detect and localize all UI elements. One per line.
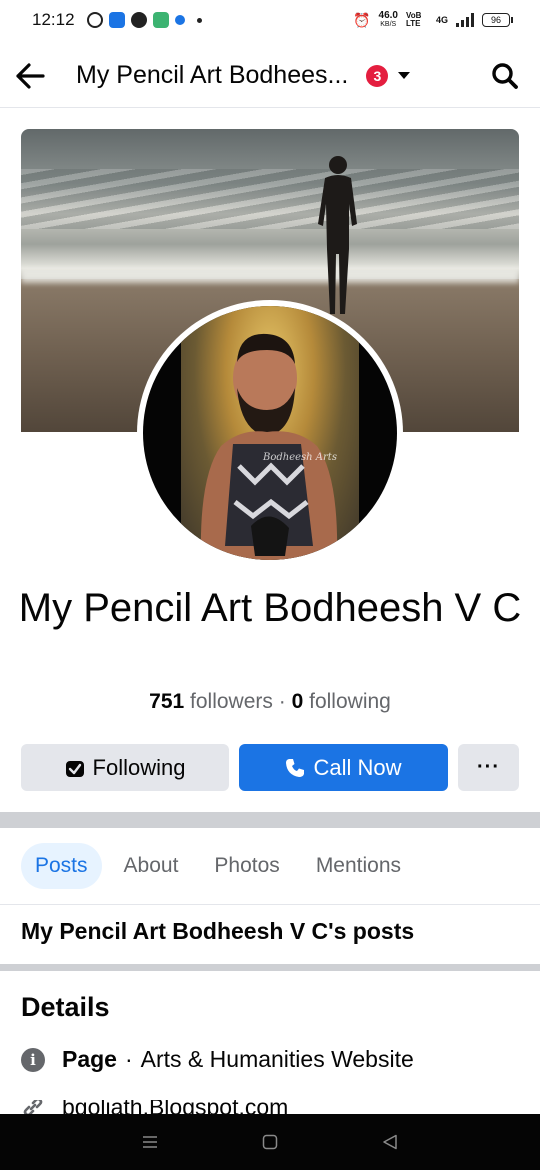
profile-actions: Following Call Now ···: [21, 744, 519, 791]
status-system-icons: ⏰ 46.0 KB/S VoB LTE 4G 96: [353, 10, 513, 29]
profile-portrait: [200, 333, 338, 560]
stats-separator: ·: [278, 690, 286, 713]
nav-back-button[interactable]: [370, 1122, 410, 1162]
arrow-left-icon: [16, 62, 45, 89]
chevron-down-icon[interactable]: [398, 72, 411, 79]
more-dots-icon: ···: [477, 756, 500, 778]
detail-separator: ·: [124, 1046, 133, 1072]
tab-posts[interactable]: Posts: [21, 843, 102, 889]
search-button[interactable]: [470, 44, 540, 108]
nav-home-button[interactable]: [250, 1122, 290, 1162]
link-icon: [23, 1100, 43, 1114]
detail-website[interactable]: bgoliath.Blogspot.com: [21, 1100, 288, 1114]
signal-icon: [456, 13, 474, 27]
following-count[interactable]: 0: [292, 690, 304, 713]
following-button[interactable]: Following: [21, 744, 229, 791]
status-time: 12:12: [32, 10, 75, 29]
following-label[interactable]: following: [309, 690, 391, 713]
top-app-bar: My Pencil Art Bodhees... 3: [0, 44, 540, 108]
website-link[interactable]: bgoliath.Blogspot.com: [62, 1100, 288, 1114]
facebook-icon: [174, 15, 185, 25]
posts-section-title: My Pencil Art Bodheesh V C's posts: [21, 918, 415, 944]
phone-icon: [286, 758, 305, 777]
following-check-icon: [65, 760, 84, 777]
alarm-icon: ⏰: [353, 11, 371, 28]
nav-menu-button[interactable]: [130, 1122, 170, 1162]
profile-stats: 751 followers · 0 following: [0, 690, 540, 714]
notification-badge[interactable]: 3: [366, 64, 389, 87]
status-notification-icons: [86, 12, 202, 28]
system-nav-bar: [0, 1114, 540, 1170]
cover-waves: [21, 169, 519, 229]
volte-label: VoB LTE: [405, 11, 422, 28]
following-button-label: Following: [92, 754, 186, 780]
home-square-icon: [262, 1134, 278, 1150]
cover-foam: [21, 269, 519, 283]
section-divider: [0, 964, 540, 971]
search-icon: [492, 62, 518, 89]
more-options-button[interactable]: ···: [458, 744, 519, 791]
call-now-button[interactable]: Call Now: [239, 744, 448, 791]
followers-label[interactable]: followers: [190, 690, 273, 713]
network-type: 4G: [435, 15, 448, 25]
more-notifications-dot-icon: [196, 17, 202, 23]
detail-page-category: i Page · Arts & Humanities Website: [21, 1046, 414, 1073]
app-notification-icon: [152, 12, 169, 28]
messenger-icon: [108, 12, 125, 28]
status-bar: 12:12 ⏰ 46.0 KB/S VoB LTE 4G 96: [0, 0, 540, 40]
profile-picture[interactable]: Bodheesh Arts: [143, 306, 397, 560]
back-triangle-icon: [383, 1134, 397, 1150]
back-button[interactable]: [0, 44, 60, 108]
profile-name: My Pencil Art Bodheesh V C: [18, 586, 522, 630]
tabs-divider: [0, 904, 540, 905]
info-icon: i: [21, 1047, 45, 1072]
cover-silhouette: [318, 156, 357, 314]
menu-icon: [143, 1136, 157, 1148]
profile-signature: Bodheesh Arts: [263, 452, 337, 463]
phone-icon: [130, 12, 147, 28]
battery-icon: 96: [482, 13, 513, 27]
net-speed: 46.0 KB/S: [378, 10, 398, 29]
tab-mentions[interactable]: Mentions: [302, 843, 415, 889]
section-divider: [0, 812, 540, 828]
detail-category: Arts & Humanities Website: [140, 1046, 414, 1072]
call-now-label: Call Now: [313, 754, 402, 780]
details-title: Details: [21, 992, 110, 1022]
page-title[interactable]: My Pencil Art Bodhees...: [76, 61, 348, 90]
tab-photos[interactable]: Photos: [200, 843, 293, 889]
followers-count[interactable]: 751: [149, 690, 184, 713]
detail-page-label: Page: [62, 1046, 117, 1072]
tab-about[interactable]: About: [110, 843, 193, 889]
whatsapp-icon: [86, 12, 103, 28]
profile-tabs: Posts About Photos Mentions: [21, 843, 415, 889]
